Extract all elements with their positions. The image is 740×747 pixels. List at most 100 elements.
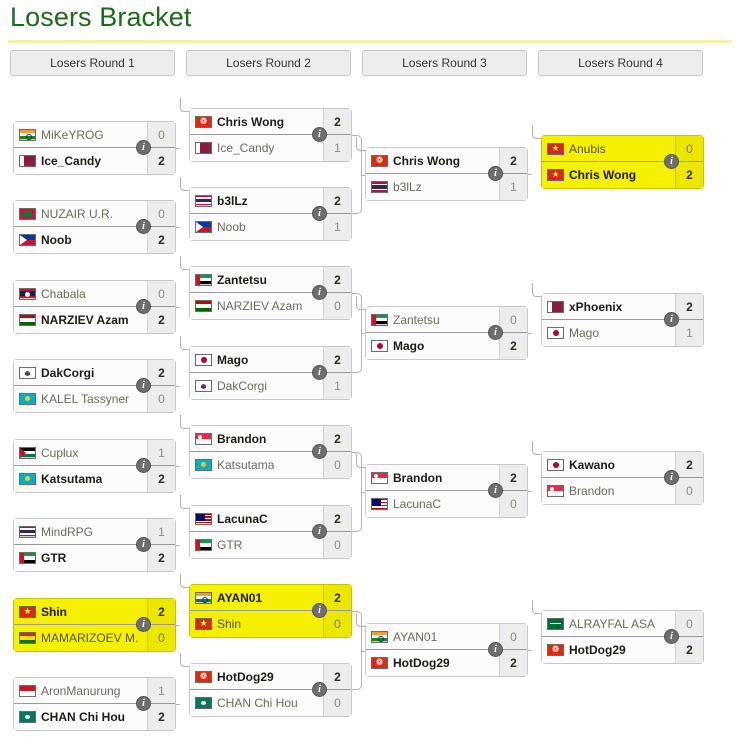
match-slot-top[interactable]: AYAN01 0 <box>366 624 527 650</box>
player-cell[interactable]: Noob <box>190 214 323 240</box>
info-icon[interactable]: i <box>136 696 151 711</box>
match-slot-top[interactable]: Zantetsu 0 <box>366 307 527 333</box>
match-slot-bottom[interactable]: b3lLz 1 <box>366 174 527 200</box>
player-cell[interactable]: Chabala <box>14 281 147 306</box>
player-cell[interactable]: NARZIEV Azam <box>190 293 323 319</box>
match-slot-bottom[interactable]: Ice_Candy 2 <box>14 148 175 174</box>
match-r2-m3[interactable]: Zantetsu 2 NARZIEV Azam 0 i <box>189 266 352 320</box>
round-header-4[interactable]: Losers Round 4 <box>538 50 703 76</box>
match-slot-bottom[interactable]: ★ Chris Wong 2 <box>542 162 703 188</box>
match-slot-top[interactable]: ❁ Chris Wong 2 <box>190 109 351 135</box>
info-icon[interactable]: i <box>136 378 151 393</box>
match-r2-m8[interactable]: ❁ HotDog29 2 CHAN Chi Hou 0 i <box>189 663 352 717</box>
player-cell[interactable]: Mago <box>190 347 323 372</box>
info-icon[interactable]: i <box>136 537 151 552</box>
match-slot-bottom[interactable]: KALEL Tassyner 0 <box>14 386 175 412</box>
match-slot-bottom[interactable]: Noob 2 <box>14 227 175 253</box>
player-cell[interactable]: ★ Shin <box>14 599 147 624</box>
info-icon[interactable]: i <box>488 325 503 340</box>
player-cell[interactable]: LacunaC <box>366 491 499 517</box>
match-r2-m4[interactable]: Mago 2 DakCorgi 1 i <box>189 346 352 400</box>
player-cell[interactable]: LacunaC <box>190 506 323 531</box>
player-cell[interactable]: AronManurung <box>14 678 147 703</box>
player-cell[interactable]: Zantetsu <box>366 307 499 332</box>
player-cell[interactable]: GTR <box>190 532 323 558</box>
match-slot-bottom[interactable]: Brandon 0 <box>542 478 703 504</box>
info-icon[interactable]: i <box>312 444 327 459</box>
match-slot-bottom[interactable]: Mago 2 <box>366 333 527 359</box>
player-cell[interactable]: Brandon <box>366 465 499 490</box>
info-icon[interactable]: i <box>664 312 679 327</box>
info-icon[interactable]: i <box>664 470 679 485</box>
info-icon[interactable]: i <box>312 206 327 221</box>
player-cell[interactable]: ❁ Chris Wong <box>190 109 323 134</box>
player-cell[interactable]: AYAN01 <box>366 624 499 649</box>
match-slot-top[interactable]: AronManurung 1 <box>14 678 175 704</box>
match-r2-m6[interactable]: LacunaC 2 GTR 0 i <box>189 505 352 559</box>
match-r2-m2[interactable]: b3lLz 2 Noob 1 i <box>189 187 352 241</box>
player-cell[interactable]: AYAN01 <box>190 585 323 610</box>
match-slot-bottom[interactable]: ❁ HotDog29 2 <box>366 650 527 676</box>
match-slot-bottom[interactable]: GTR 0 <box>190 532 351 558</box>
info-icon[interactable]: i <box>136 140 151 155</box>
match-slot-bottom[interactable]: Katsutama 0 <box>190 452 351 478</box>
match-slot-top[interactable]: Kawano 2 <box>542 452 703 478</box>
match-slot-top[interactable]: MindRPG 1 <box>14 519 175 545</box>
player-cell[interactable]: MAMARIZOEV M. <box>14 625 147 651</box>
player-cell[interactable]: ★ Shin <box>190 611 323 637</box>
player-cell[interactable]: Noob <box>14 227 147 253</box>
match-r3-m2[interactable]: Zantetsu 0 Mago 2 i <box>365 306 528 360</box>
match-r1-m6[interactable]: MindRPG 1 GTR 2 i <box>13 518 176 572</box>
match-slot-top[interactable]: Cuplux 1 <box>14 440 175 466</box>
player-cell[interactable]: DakCorgi <box>14 360 147 385</box>
match-r4-m4[interactable]: ALRAYFAL ASA 0 ❁ HotDog29 2 i <box>541 610 704 664</box>
match-r3-m4[interactable]: AYAN01 0 ❁ HotDog29 2 i <box>365 623 528 677</box>
player-cell[interactable]: b3lLz <box>366 174 499 200</box>
match-slot-bottom[interactable]: Ice_Candy 1 <box>190 135 351 161</box>
info-icon[interactable]: i <box>136 617 151 632</box>
match-slot-top[interactable]: AYAN01 2 <box>190 585 351 611</box>
match-slot-bottom[interactable]: CHAN Chi Hou 0 <box>190 690 351 716</box>
player-cell[interactable]: ALRAYFAL ASA <box>542 611 675 636</box>
player-cell[interactable]: DakCorgi <box>190 373 323 399</box>
match-r1-m2[interactable]: NUZAIR U.R. 0 Noob 2 i <box>13 200 176 254</box>
match-slot-bottom[interactable]: LacunaC 0 <box>366 491 527 517</box>
match-slot-bottom[interactable]: DakCorgi 1 <box>190 373 351 399</box>
info-icon[interactable]: i <box>312 127 327 142</box>
match-slot-bottom[interactable]: MAMARIZOEV M. 0 <box>14 625 175 651</box>
player-cell[interactable]: Zantetsu <box>190 267 323 292</box>
player-cell[interactable]: Mago <box>366 333 499 359</box>
match-r4-m1[interactable]: ★ Anubis 0 ★ Chris Wong 2 i <box>541 135 704 189</box>
match-slot-top[interactable]: Brandon 2 <box>366 465 527 491</box>
player-cell[interactable]: CHAN Chi Hou <box>190 690 323 716</box>
match-slot-bottom[interactable]: ❁ HotDog29 2 <box>542 637 703 663</box>
player-cell[interactable]: MindRPG <box>14 519 147 544</box>
match-slot-top[interactable]: ❁ Chris Wong 2 <box>366 148 527 174</box>
match-r1-m1[interactable]: MiKeYROG 0 Ice_Candy 2 i <box>13 121 176 175</box>
round-header-2[interactable]: Losers Round 2 <box>186 50 351 76</box>
info-icon[interactable]: i <box>312 603 327 618</box>
player-cell[interactable]: Ice_Candy <box>14 148 147 174</box>
round-header-3[interactable]: Losers Round 3 <box>362 50 527 76</box>
info-icon[interactable]: i <box>312 682 327 697</box>
match-slot-bottom[interactable]: GTR 2 <box>14 545 175 571</box>
player-cell[interactable]: ★ Chris Wong <box>542 162 675 188</box>
match-slot-top[interactable]: DakCorgi 2 <box>14 360 175 386</box>
player-cell[interactable]: Katsutama <box>14 466 147 492</box>
match-r4-m3[interactable]: Kawano 2 Brandon 0 i <box>541 451 704 505</box>
player-cell[interactable]: Brandon <box>190 426 323 451</box>
match-slot-top[interactable]: Chabala 0 <box>14 281 175 307</box>
info-icon[interactable]: i <box>312 365 327 380</box>
match-slot-top[interactable]: NUZAIR U.R. 0 <box>14 201 175 227</box>
info-icon[interactable]: i <box>136 299 151 314</box>
match-slot-bottom[interactable]: CHAN Chi Hou 2 <box>14 704 175 730</box>
match-r3-m1[interactable]: ❁ Chris Wong 2 b3lLz 1 i <box>365 147 528 201</box>
match-slot-bottom[interactable]: NARZIEV Azam 0 <box>190 293 351 319</box>
player-cell[interactable]: Cuplux <box>14 440 147 465</box>
player-cell[interactable]: KALEL Tassyner <box>14 386 147 412</box>
match-slot-top[interactable]: xPhoenix 2 <box>542 294 703 320</box>
info-icon[interactable]: i <box>136 458 151 473</box>
player-cell[interactable]: Mago <box>542 320 675 346</box>
player-cell[interactable]: ❁ HotDog29 <box>542 637 675 663</box>
player-cell[interactable]: ❁ HotDog29 <box>190 664 323 689</box>
